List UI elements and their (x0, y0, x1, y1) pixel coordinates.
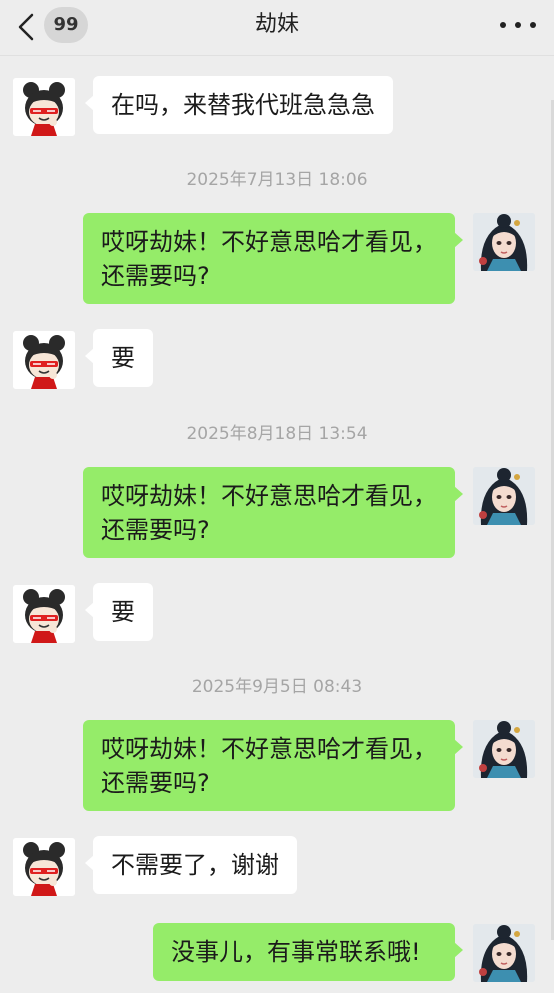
contact-avatar[interactable] (13, 78, 75, 136)
chat-title: 劫妹 (254, 12, 299, 37)
self-avatar[interactable] (473, 213, 535, 271)
sent-message[interactable]: 没事儿，有事常联系哦! (153, 923, 463, 981)
more-dots-icon (500, 22, 506, 28)
contact-avatar[interactable] (13, 331, 75, 389)
sent-message[interactable]: 哎呀劫妹！不好意思哈才看见，还需要吗? (83, 720, 463, 811)
cartoon-girl-avatar-icon (13, 331, 75, 389)
sent-message[interactable]: 哎呀劫妹！不好意思哈才看见，还需要吗? (83, 213, 463, 304)
cartoon-girl-avatar-icon (13, 78, 75, 136)
anime-girl-avatar-icon (473, 720, 535, 778)
timestamp: 2025年7月13日 18:06 (186, 170, 368, 190)
self-avatar[interactable] (473, 924, 535, 982)
more-options-button[interactable] (500, 12, 536, 38)
anime-girl-avatar-icon (473, 213, 535, 271)
contact-avatar[interactable] (13, 585, 75, 643)
cartoon-girl-avatar-icon (13, 838, 75, 896)
self-avatar[interactable] (473, 467, 535, 525)
timestamp: 2025年9月5日 08:43 (191, 677, 363, 697)
sent-message[interactable]: 哎呀劫妹！不好意思哈才看见，还需要吗? (83, 467, 463, 558)
chevron-left-icon (18, 13, 34, 41)
self-avatar[interactable] (473, 720, 535, 778)
anime-girl-avatar-icon (473, 467, 535, 525)
received-message[interactable]: 在吗，来替我代班急急急 (85, 76, 393, 134)
received-message[interactable]: 不需要了，谢谢 (85, 836, 297, 894)
unread-count-badge[interactable]: 99 (44, 7, 88, 43)
timestamp: 2025年8月18日 13:54 (186, 424, 368, 444)
contact-avatar[interactable] (13, 838, 75, 896)
cartoon-girl-avatar-icon (13, 585, 75, 643)
received-message[interactable]: 要 (85, 583, 153, 641)
back-button[interactable] (14, 12, 42, 42)
anime-girl-avatar-icon (473, 924, 535, 982)
received-message[interactable]: 要 (85, 329, 153, 387)
chat-header: 99 劫妹 (0, 0, 554, 56)
